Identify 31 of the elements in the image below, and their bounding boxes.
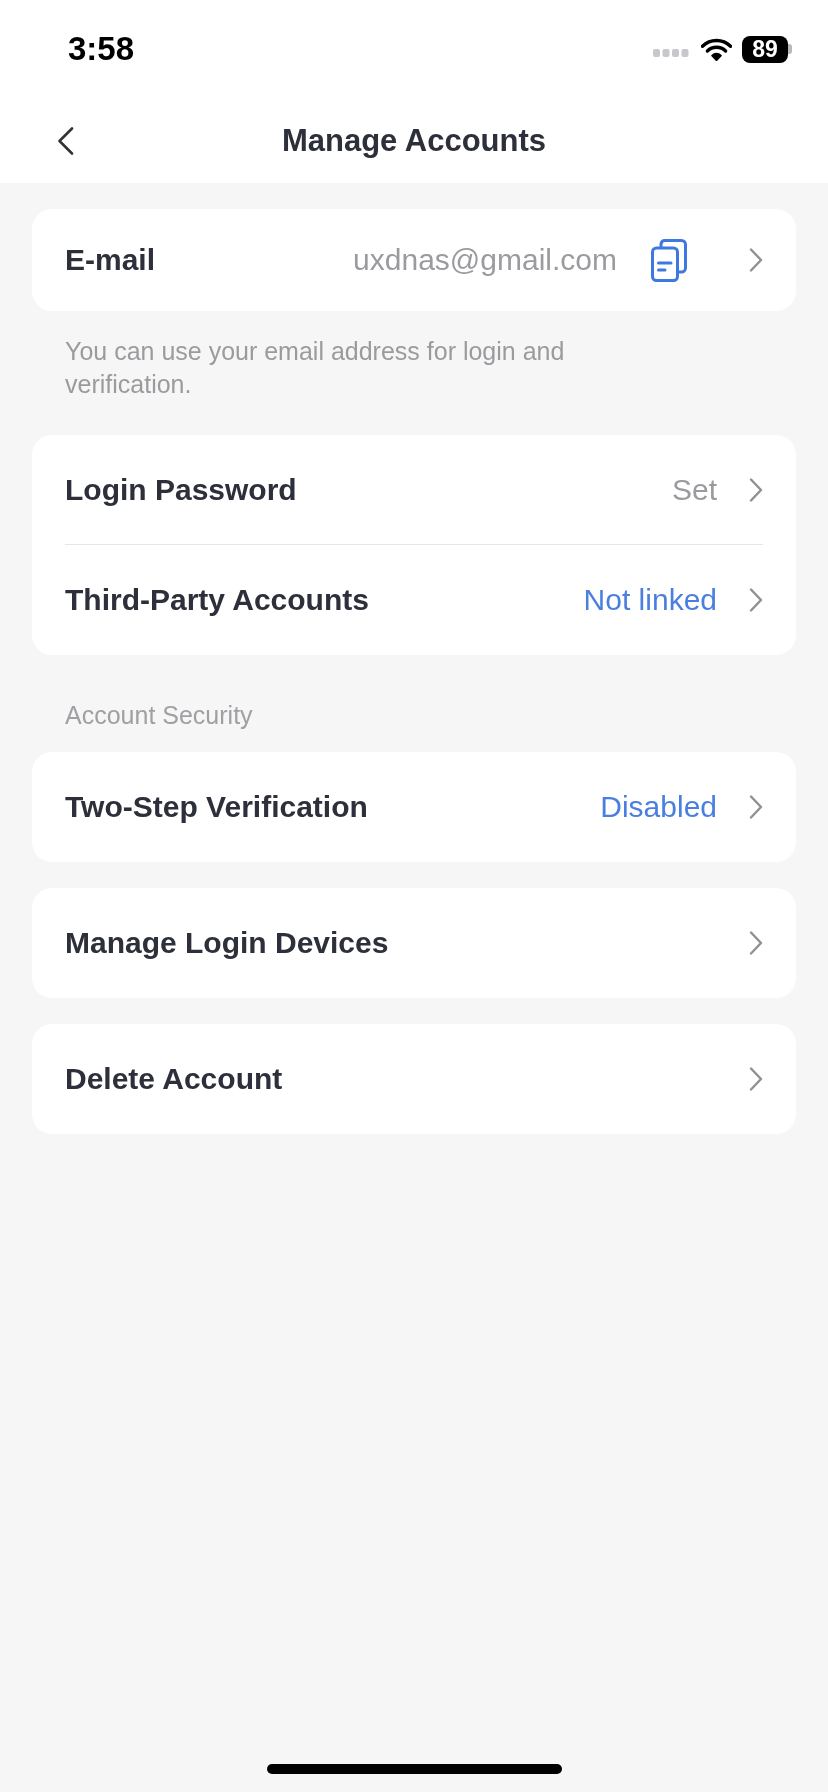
- row-value: Set: [671, 473, 717, 507]
- row-label: Delete Account: [65, 1062, 284, 1096]
- row-label: E-mail: [65, 243, 157, 277]
- row-label: Third-Party Accounts: [65, 583, 370, 617]
- email-note: You can use your email address for login and verification.: [64, 336, 566, 400]
- chevron-right-icon: [749, 931, 763, 955]
- settings-row[interactable]: E-mail uxdnas@gmail.com: [32, 209, 796, 311]
- row-label: Manage Login Devices: [65, 926, 390, 960]
- settings-row[interactable]: Login Password Set: [32, 435, 796, 545]
- row-label: Two-Step Verification: [65, 790, 369, 824]
- chevron-right-icon: [749, 478, 763, 502]
- status-time: 3:58: [68, 30, 135, 68]
- settings-row[interactable]: Manage Login Devices: [32, 888, 796, 998]
- signal-dots-icon: [653, 49, 689, 57]
- chevron-right-icon: [749, 1067, 763, 1091]
- page-title: Manage Accounts: [281, 122, 547, 159]
- chevron-right-icon: [749, 588, 763, 612]
- row-value: uxdnas@gmail.com: [353, 243, 617, 277]
- section-heading: Account Security: [64, 700, 254, 731]
- battery-percentage: 89: [742, 35, 788, 63]
- wifi-icon: [701, 37, 732, 61]
- chevron-right-icon: [749, 248, 763, 272]
- chevron-right-icon: [749, 795, 763, 819]
- row-label: Login Password: [65, 473, 298, 507]
- row-value: Not linked: [583, 583, 717, 617]
- settings-row[interactable]: Two-Step Verification Disabled: [32, 752, 796, 862]
- settings-row[interactable]: Third-Party Accounts Not linked: [32, 545, 796, 655]
- back-icon[interactable]: [57, 126, 74, 155]
- settings-row[interactable]: Delete Account: [32, 1024, 796, 1134]
- copy-icon[interactable]: [651, 238, 687, 282]
- row-value: Disabled: [600, 790, 717, 824]
